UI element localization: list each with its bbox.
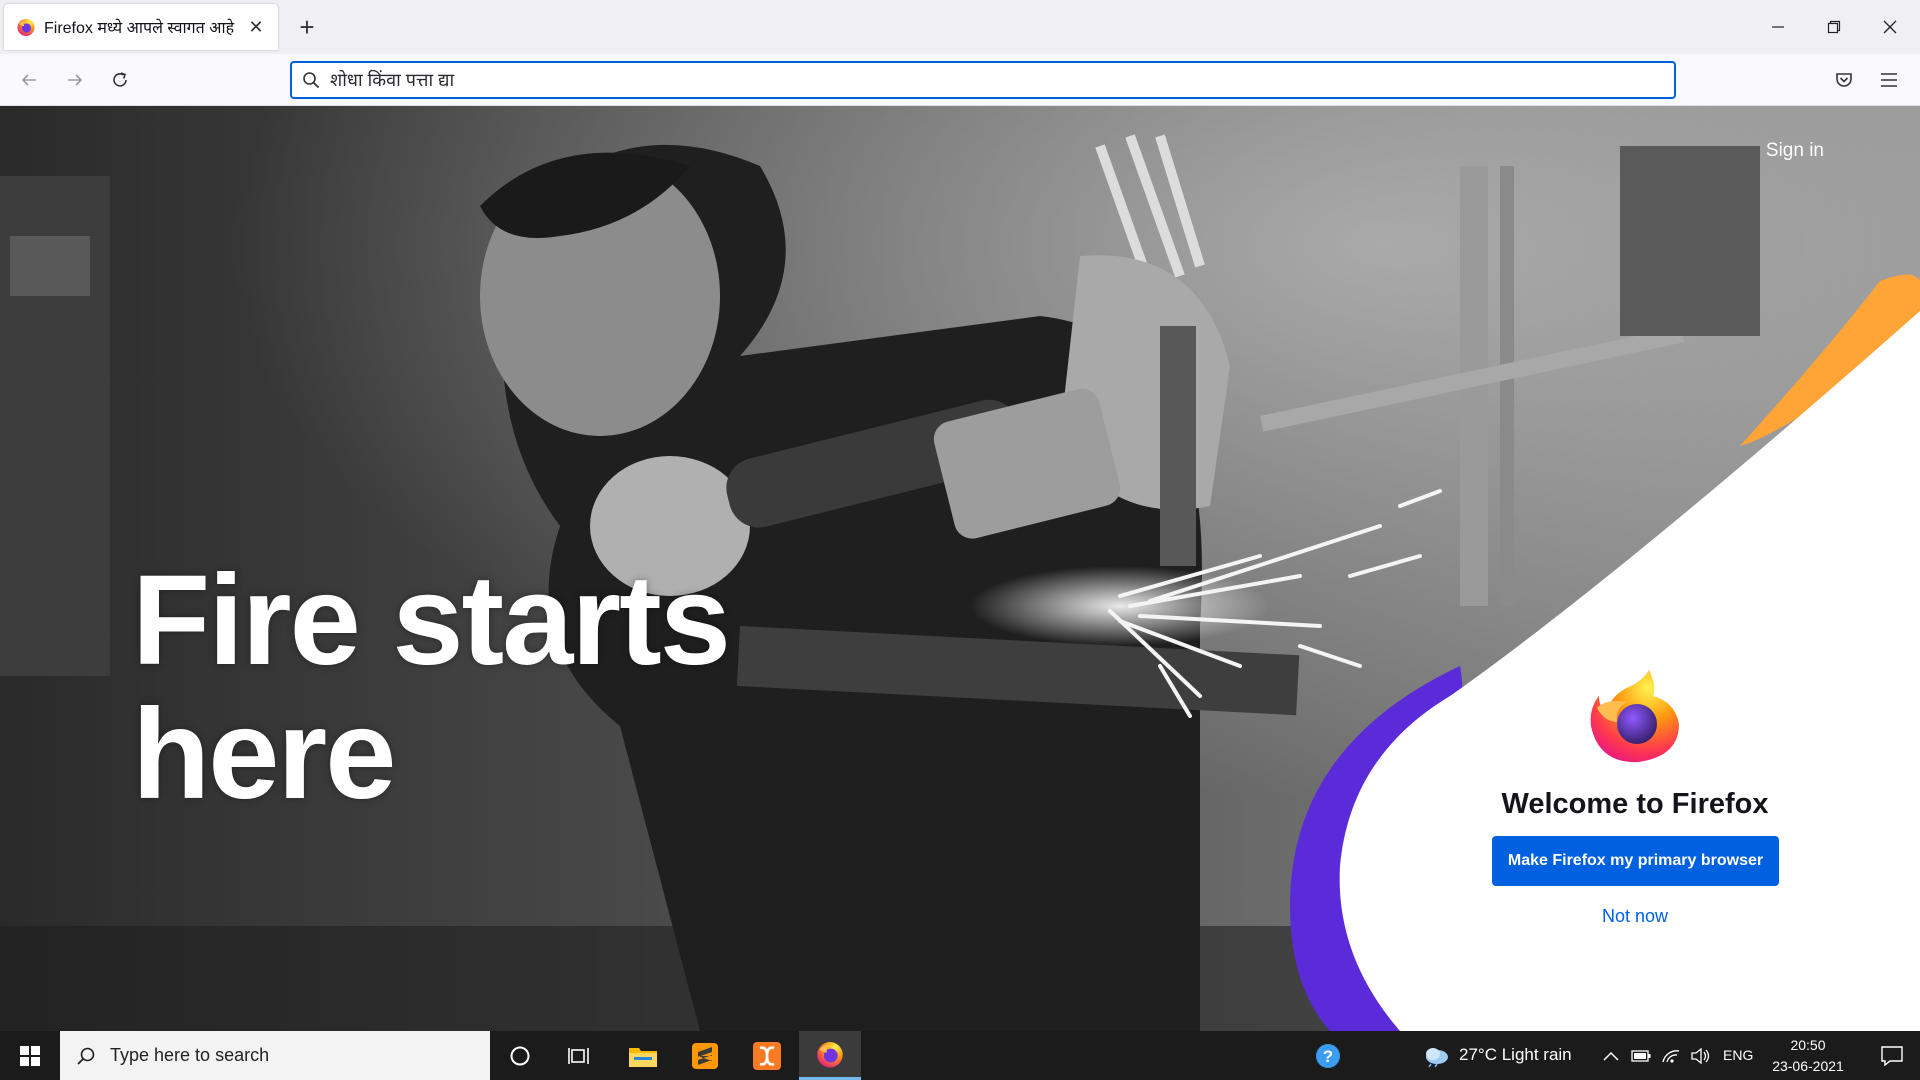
welcome-page: Sign in Fire starts here Welcome to Fire… <box>0 106 1920 1031</box>
forward-icon[interactable] <box>58 63 92 97</box>
file-explorer-icon[interactable] <box>613 1031 673 1080</box>
wifi-icon[interactable] <box>1656 1031 1686 1080</box>
hero-headline-line2: here <box>132 683 396 826</box>
cortana-icon[interactable] <box>490 1031 550 1080</box>
back-icon[interactable] <box>12 63 46 97</box>
windows-taskbar: ? 27°C Light rain ENG 20:50 23-06-2021 <box>0 1031 1920 1080</box>
clock-date: 23-06-2021 <box>1772 1058 1844 1074</box>
navigation-toolbar <box>0 54 1920 106</box>
tab-strip: Firefox मध्ये आपले स्वागत आहे ✕ + <box>0 0 1920 54</box>
pocket-icon[interactable] <box>1827 63 1861 97</box>
sign-in-link[interactable]: Sign in <box>1766 140 1824 162</box>
tab-title: Firefox मध्ये आपले स्वागत आहे <box>44 20 235 37</box>
clock-time: 20:50 <box>1790 1037 1826 1053</box>
search-icon <box>77 1047 95 1065</box>
not-now-link[interactable]: Not now <box>1535 906 1735 927</box>
notification-icon[interactable] <box>1864 1031 1920 1080</box>
taskbar-search-input[interactable] <box>110 1045 470 1066</box>
sublime-text-icon[interactable] <box>675 1031 735 1080</box>
system-clock[interactable]: 20:50 23-06-2021 <box>1762 1035 1854 1077</box>
firefox-icon <box>1590 670 1679 763</box>
task-view-icon[interactable] <box>550 1031 610 1080</box>
input-language[interactable]: ENG <box>1723 1047 1753 1063</box>
make-primary-browser-button[interactable]: Make Firefox my primary browser <box>1492 836 1779 886</box>
menu-icon[interactable] <box>1872 63 1906 97</box>
taskbar-search-box[interactable] <box>60 1031 490 1080</box>
plus-icon[interactable]: + <box>292 12 322 42</box>
reload-icon[interactable] <box>103 63 137 97</box>
search-icon <box>303 72 320 89</box>
svg-text:?: ? <box>1323 1047 1333 1066</box>
close-icon[interactable]: ✕ <box>244 15 268 39</box>
help-icon[interactable]: ? <box>1298 1031 1358 1080</box>
volume-icon[interactable] <box>1686 1031 1716 1080</box>
weather-text[interactable]: 27°C Light rain <box>1459 1045 1572 1065</box>
xampp-icon[interactable] <box>737 1031 797 1080</box>
tab-welcome[interactable]: Firefox मध्ये आपले स्वागत आहे ✕ <box>4 4 278 50</box>
minimize-icon[interactable] <box>1750 0 1806 54</box>
hero-headline-line1: Fire starts <box>132 549 731 692</box>
firefox-icon <box>817 1042 843 1068</box>
welcome-title: Welcome to Firefox <box>1501 788 1769 820</box>
url-input[interactable] <box>330 69 1674 91</box>
weather-icon[interactable] <box>1406 1031 1466 1080</box>
battery-icon[interactable] <box>1626 1031 1656 1080</box>
chevron-up-icon[interactable] <box>1596 1031 1626 1080</box>
close-window-icon[interactable] <box>1862 0 1918 54</box>
firefox-icon <box>17 19 35 36</box>
firefox-taskbar-button[interactable] <box>799 1031 861 1080</box>
url-bar[interactable] <box>290 61 1676 99</box>
hero-headline: Fire starts here <box>132 554 772 822</box>
windows-icon[interactable] <box>0 1031 60 1080</box>
restore-icon[interactable] <box>1806 0 1862 54</box>
